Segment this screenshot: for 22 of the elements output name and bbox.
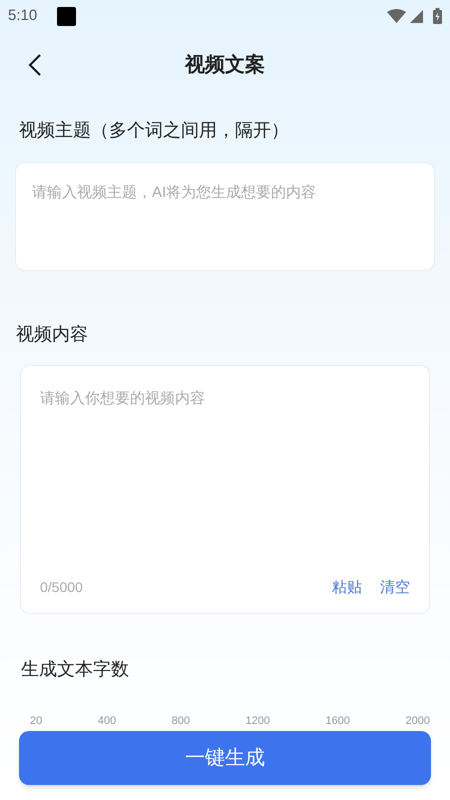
text-action-link[interactable]: 清空 bbox=[380, 576, 410, 599]
section-label: 生成文本字数 bbox=[21, 659, 129, 679]
text-action-link[interactable]: 粘贴 bbox=[332, 576, 362, 599]
generate-button[interactable]: 一键生成 bbox=[19, 731, 431, 785]
section-label: 视频内容 bbox=[16, 324, 88, 344]
back-icon bbox=[28, 53, 42, 77]
slider-tick-label: 1600 bbox=[326, 714, 350, 729]
character-counter: 0/5000 bbox=[40, 578, 83, 598]
battery-icon bbox=[433, 8, 442, 24]
content-field[interactable]: 请输入你想要的视频内容 0/5000 粘贴 清空 bbox=[20, 365, 430, 614]
status-time: 5:10 bbox=[8, 6, 38, 26]
section-label: 视频主题（多个词之间用，隔开） bbox=[19, 120, 289, 140]
slider-tick-label: 800 bbox=[172, 714, 190, 729]
page-title: 视频文案 bbox=[185, 52, 265, 78]
slider-tick-label: 2000 bbox=[406, 714, 430, 729]
signal-icon bbox=[410, 10, 423, 22]
notification-icon bbox=[57, 6, 76, 26]
slider-tick-label: 1200 bbox=[246, 714, 270, 729]
slider-tick-label: 400 bbox=[98, 714, 116, 729]
wifi-icon bbox=[387, 9, 406, 23]
topic-field[interactable]: 请输入视频主题，AI将为您生成想要的内容 bbox=[15, 162, 435, 271]
slider-tick-label: 20 bbox=[30, 714, 42, 729]
